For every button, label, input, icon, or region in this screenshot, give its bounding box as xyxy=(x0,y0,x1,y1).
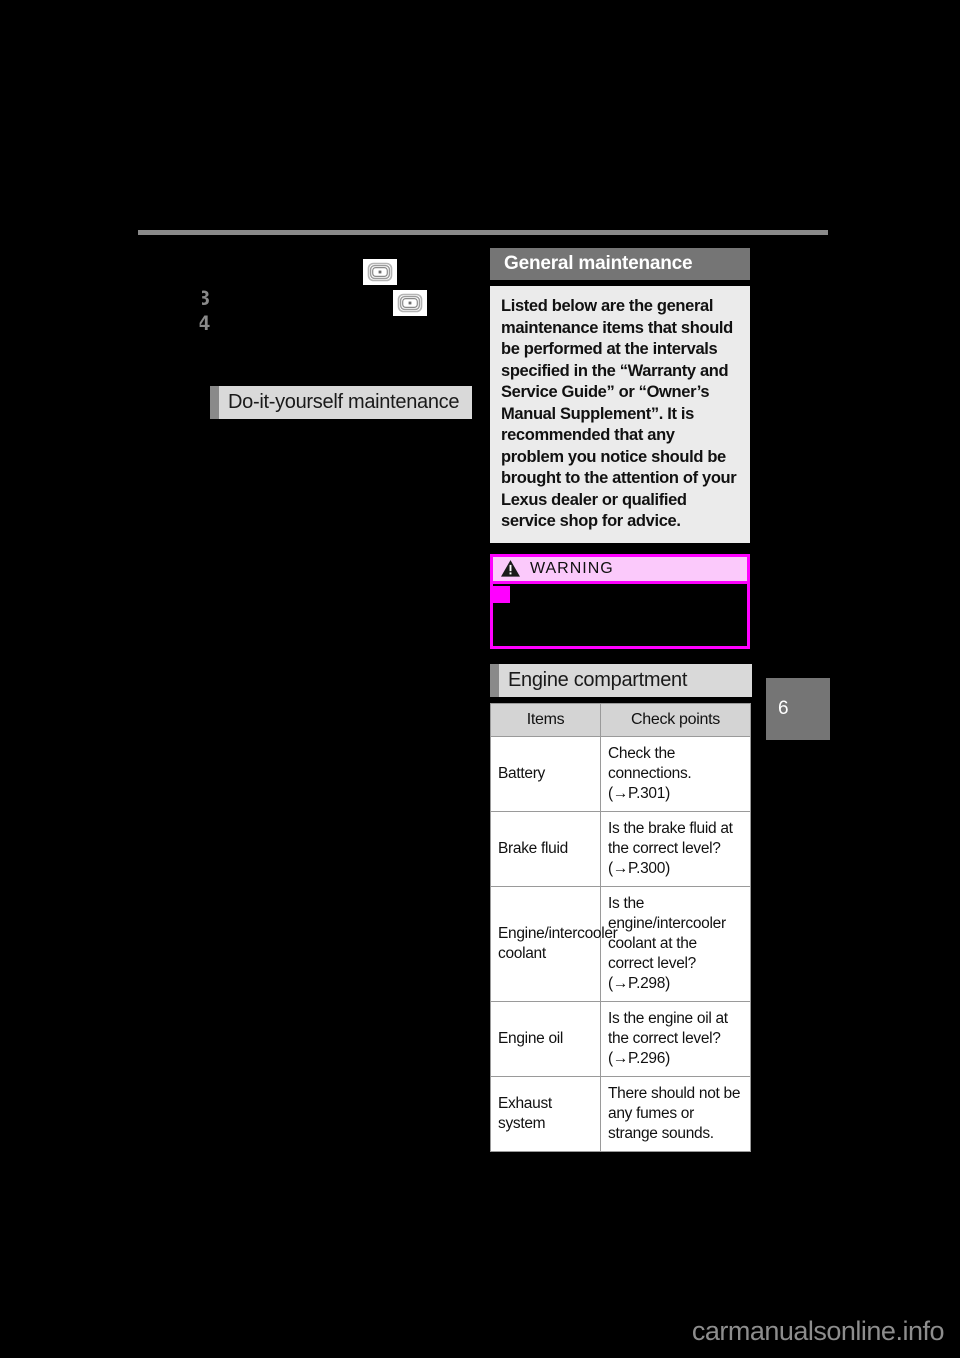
table-row: Exhaust system There should not be any f… xyxy=(490,1075,751,1152)
left-column: 3 4 Do-it-yourself maintenance xyxy=(138,248,473,668)
page-top-rule xyxy=(138,230,828,235)
right-column: General maintenance Listed below are the… xyxy=(490,248,752,1152)
warning-box: WARNING xyxy=(490,553,750,649)
column-header-items: Items xyxy=(490,702,601,737)
table-header-row: Items Check points xyxy=(490,702,751,737)
engine-compartment-table: Items Check points Battery Check the con… xyxy=(490,702,751,1152)
engine-compartment-heading: Engine compartment xyxy=(490,663,752,697)
heading-accent-block xyxy=(490,663,499,697)
table-row: Engine oil Is the engine oil at the corr… xyxy=(490,1000,751,1077)
step-number-4: 4 xyxy=(198,312,210,335)
warning-label: WARNING xyxy=(530,559,614,577)
site-watermark: carmanualsonline.info xyxy=(691,1316,945,1346)
step-number-list: 3 4 xyxy=(198,286,238,336)
heading-accent-block xyxy=(210,386,219,419)
table-cell-item: Brake fluid xyxy=(490,810,601,887)
warning-header: WARNING xyxy=(493,556,747,584)
diy-maintenance-heading-label: Do-it-yourself maintenance xyxy=(228,391,460,413)
table-cell-check: There should not be any fumes or strange… xyxy=(600,1075,751,1152)
table-cell-check: Is the brake fluid at the correct level?… xyxy=(600,810,751,887)
diy-maintenance-heading: Do-it-yourself maintenance xyxy=(210,386,472,419)
general-maintenance-title-label: General maintenance xyxy=(504,253,693,274)
general-maintenance-intro: Listed below are the general maintenance… xyxy=(490,286,750,543)
table-cell-check: Is the engine/intercooler coolant at the… xyxy=(600,885,751,1002)
step-number-3: 3 xyxy=(198,287,210,310)
general-maintenance-intro-text: Listed below are the general maintenance… xyxy=(501,297,737,530)
engine-compartment-heading-label: Engine compartment xyxy=(508,668,688,691)
warning-bullet-marker xyxy=(493,585,510,603)
table-row: Battery Check the connections. (→P.301) xyxy=(490,735,751,812)
table-cell-check: Is the engine oil at the correct level? … xyxy=(600,1000,751,1077)
table-row: Brake fluid Is the brake fluid at the co… xyxy=(490,810,751,887)
table-cell-check: Check the connections. (→P.301) xyxy=(600,735,751,812)
manual-page: 3 4 Do-it-yourself maintenance General m… xyxy=(0,0,960,1358)
vehicle-display-icon xyxy=(363,259,397,285)
chapter-page-tab: 6 xyxy=(766,678,830,740)
table-cell-item: Engine/intercooler coolant xyxy=(490,885,618,1002)
warning-triangle-icon xyxy=(501,560,520,577)
table-cell-item: Exhaust system xyxy=(490,1075,601,1152)
chapter-number: 6 xyxy=(778,698,789,719)
table-cell-item: Engine oil xyxy=(490,1000,601,1077)
column-header-check-points: Check points xyxy=(600,702,751,737)
vehicle-display-icon xyxy=(393,290,427,316)
general-maintenance-title: General maintenance xyxy=(490,248,750,280)
warning-body xyxy=(493,583,747,646)
table-cell-item: Battery xyxy=(490,735,601,812)
table-row: Engine/intercooler coolant Is the engine… xyxy=(490,885,751,1002)
